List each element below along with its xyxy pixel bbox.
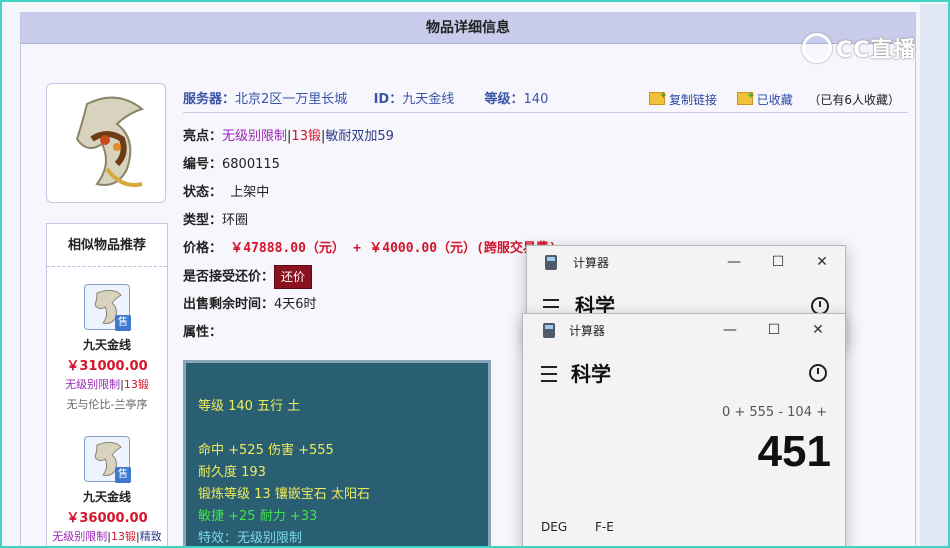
ring-thumbnail-icon[interactable]: 售	[84, 284, 131, 331]
sale-tag: 售	[115, 467, 131, 483]
highlight-tag: 敏耐双加59	[325, 129, 394, 144]
attr-line: 等级 140 五行 土	[198, 399, 301, 414]
similar-items-panel: 相似物品推荐 售 九天金线 ￥31000.00 无级别限制|13锻 无与伦比-兰…	[46, 223, 168, 546]
attr-line: 特效：无级别限制	[198, 531, 303, 546]
highlights-row: 亮点：无级别限制|13锻|敏耐双加59	[183, 129, 394, 144]
item-number: 6800115	[222, 157, 280, 172]
sale-tag: 售	[115, 315, 131, 331]
server-label: 服务器：	[183, 92, 236, 107]
type-row: 类型：环圈	[183, 213, 249, 228]
similar-item[interactable]: 售 九天金线 ￥36000.00 无级别限制|13锻|精致	[47, 436, 167, 544]
copy-link-button[interactable]: 复制链接	[669, 93, 717, 107]
calculator-app-icon	[543, 323, 555, 338]
item-header-row: 服务器：北京2区一万里长城 ID：九天金线 等级：140 复制链接 已收藏 （已…	[183, 84, 908, 113]
folder-add-icon	[736, 84, 755, 108]
menu-icon[interactable]	[541, 366, 557, 382]
similar-item-name[interactable]: 九天金线	[47, 336, 167, 353]
calculator-expression: 0 + 555 - 104 +	[721, 405, 827, 420]
history-icon[interactable]	[809, 364, 827, 382]
item-status: 上架中	[230, 185, 270, 200]
server-value: 北京2区一万里长城	[235, 92, 348, 107]
item-actions: 复制链接 已收藏 （已有6人收藏）	[649, 84, 900, 112]
remaining-time-row: 出售剩余时间：4天6时	[183, 297, 317, 312]
similar-item-tags: 无级别限制|13锻|精致	[52, 530, 162, 543]
counter-offer-button[interactable]: 还价	[274, 265, 313, 289]
attributes-panel: 等级 140 五行 土 命中 +525 伤害 +555 耐久度 193 锻炼等级…	[183, 360, 491, 546]
collected-button[interactable]: 已收藏	[757, 93, 793, 107]
maximize-button[interactable]: ☐	[763, 250, 793, 274]
item-image	[46, 83, 166, 203]
price-row: 价格： ￥47888.00（元） + ￥4000.00（元）(跨服交易费)	[183, 241, 557, 256]
highlight-tag: 无级别限制	[222, 129, 288, 144]
maximize-button[interactable]: ☐	[759, 318, 789, 342]
similar-item-price: ￥36000.00	[66, 511, 148, 526]
attr-line: 耐久度 193	[198, 465, 266, 480]
calculator-window-front[interactable]: 计算器 — ☐ ✕ 科学 0 + 555 - 104 + 451 DEG F-E	[522, 313, 846, 546]
folder-link-icon	[649, 84, 667, 108]
collect-count: （已有6人收藏）	[808, 93, 900, 107]
calculator-title: 计算器	[569, 324, 606, 338]
status-row: 状态： 上架中	[183, 185, 270, 200]
item-type: 环圈	[222, 213, 249, 228]
similar-item-name[interactable]: 九天金线	[47, 488, 167, 505]
similar-item[interactable]: 售 九天金线 ￥31000.00 无级别限制|13锻 无与伦比-兰亭序	[47, 284, 167, 412]
attributes-row: 属性：	[183, 325, 223, 340]
stream-watermark: CC直播	[802, 32, 916, 64]
calculator-titlebar[interactable]: 计算器 — ☐ ✕	[523, 314, 845, 348]
minimize-button[interactable]: —	[719, 250, 749, 274]
cc-logo-icon	[802, 33, 832, 63]
similar-item-tags: 无级别限制|13锻	[65, 378, 149, 391]
attr-line: 敏捷 +25 耐力 +33	[198, 509, 318, 524]
level-value: 140	[523, 92, 549, 107]
calculator-titlebar[interactable]: 计算器 — ☐ ✕	[527, 246, 845, 280]
close-button[interactable]: ✕	[807, 250, 837, 274]
attr-line: 锻炼等级 13 镶嵌宝石 太阳石	[198, 487, 370, 502]
close-button[interactable]: ✕	[803, 318, 833, 342]
deg-button[interactable]: DEG	[541, 520, 567, 534]
id-value: 九天金线	[402, 92, 455, 107]
screen-frame: 物品详细信息 相似物品推荐 售 九天金线 ￥31000.00 无级别限制|13锻	[0, 0, 950, 548]
similar-items-title: 相似物品推荐	[47, 224, 167, 267]
minimize-button[interactable]: —	[715, 318, 745, 342]
level-label: 等级：	[484, 92, 524, 107]
remaining-time: 4天6时	[274, 297, 317, 312]
attr-line: 命中 +525 伤害 +555	[198, 443, 334, 458]
item-price: ￥47888.00（元）	[230, 241, 345, 256]
highlight-tag: 13锻	[291, 129, 321, 144]
ring-thumbnail-icon[interactable]: 售	[84, 436, 131, 483]
similar-item-price: ￥31000.00	[66, 359, 148, 374]
calculator-result: 451	[757, 427, 831, 476]
scroll-gutter	[920, 4, 948, 546]
counter-offer-row: 是否接受还价： 还价	[183, 265, 313, 289]
calculator-title: 计算器	[573, 256, 610, 270]
calculator-app-icon	[545, 255, 557, 270]
id-label: ID：	[373, 92, 403, 107]
calculator-mode: 科学	[571, 362, 611, 386]
fe-button[interactable]: F-E	[595, 520, 614, 534]
cross-server-fee: ￥4000.00（元）	[369, 241, 477, 256]
page-title: 物品详细信息	[21, 13, 915, 44]
item-ring-icon	[75, 96, 145, 187]
number-row: 编号：6800115	[183, 157, 280, 172]
similar-item-seller: 无与伦比-兰亭序	[66, 398, 148, 411]
